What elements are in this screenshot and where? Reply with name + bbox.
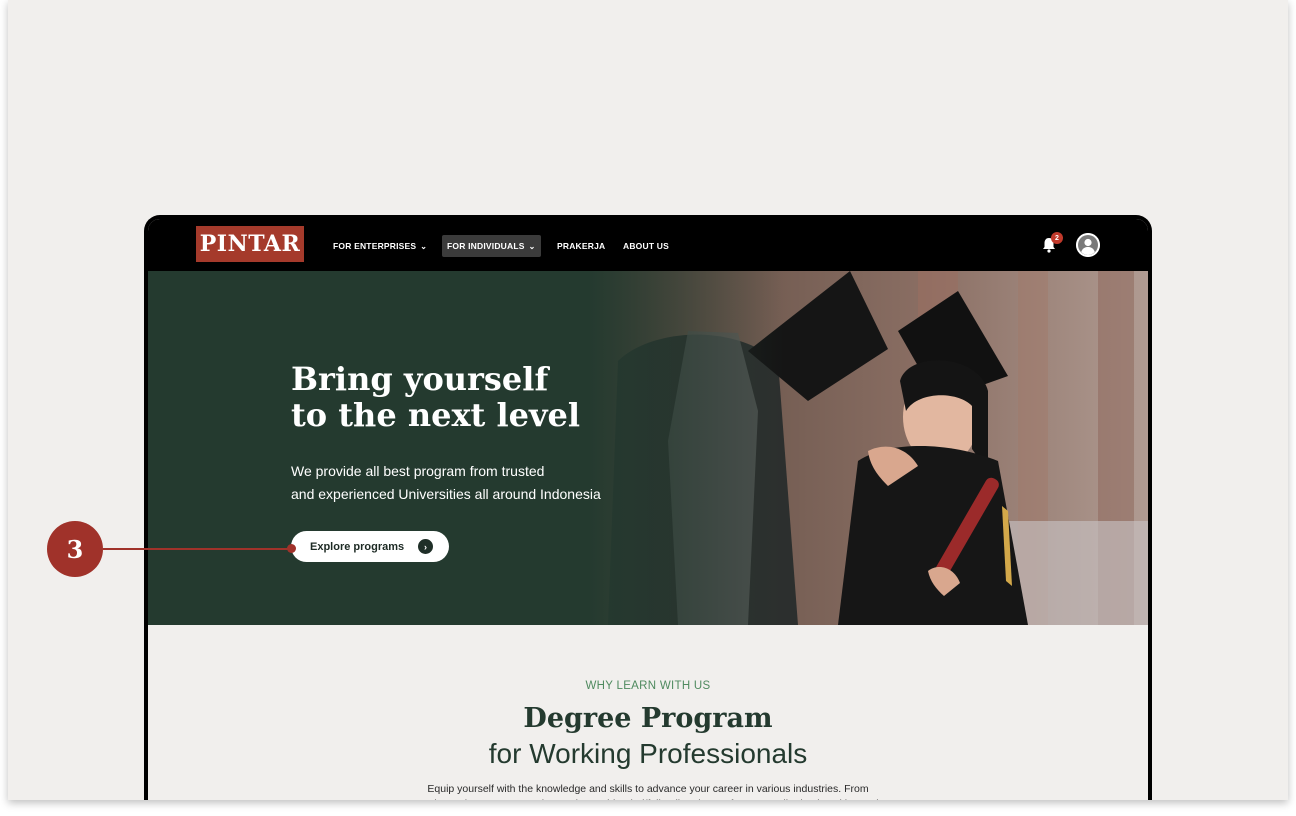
hero-title-line2: to the next level [291, 396, 581, 434]
hero-subtitle-line2: and experienced Universities all around … [291, 486, 601, 502]
hero-subtitle-line1: We provide all best program from trusted [291, 463, 545, 479]
callout-connector-dot [287, 544, 296, 553]
nav-about-us-label: ABOUT US [623, 241, 669, 251]
section-body: Equip yourself with the knowledge and sk… [417, 783, 878, 800]
explore-programs-button[interactable]: Explore programs › [291, 531, 449, 562]
section-subtitle: for Working Professionals [488, 738, 808, 769]
section-title: Degree Program [523, 703, 773, 734]
user-icon [1076, 233, 1100, 257]
nav-about-us[interactable]: ABOUT US [618, 235, 674, 257]
graduation-photo [588, 271, 1148, 625]
explore-programs-label: Explore programs [310, 540, 405, 553]
browser-screen: PINTAR FOR ENTERPRISES ⌄ FOR INDIVIDUALS… [148, 219, 1148, 800]
nav-for-individuals-label: FOR INDIVIDUALS [447, 241, 525, 251]
section-eyebrow: WHY LEARN WITH US [585, 680, 711, 692]
nav-for-enterprises[interactable]: FOR ENTERPRISES ⌄ [328, 235, 432, 257]
callout-connector-line [103, 548, 291, 550]
nav-prakerja[interactable]: PRAKERJA [552, 235, 610, 257]
user-avatar[interactable] [1076, 233, 1100, 257]
hero-banner: Bring yourself to the next level We prov… [148, 271, 1148, 625]
nav-prakerja-label: PRAKERJA [557, 241, 606, 251]
nav-for-individuals[interactable]: FOR INDIVIDUALS ⌄ [442, 235, 541, 257]
callout-number-badge: 3 [47, 521, 103, 577]
laptop-frame: PINTAR FOR ENTERPRISES ⌄ FOR INDIVIDUALS… [144, 215, 1152, 800]
top-navbar: PINTAR FOR ENTERPRISES ⌄ FOR INDIVIDUALS… [148, 219, 1148, 271]
chevron-right-icon: › [418, 539, 433, 554]
pintar-logo[interactable]: PINTAR [196, 226, 304, 262]
hero-subtitle: We provide all best program from trusted… [291, 460, 631, 506]
notification-badge: 2 [1051, 232, 1063, 244]
hero-title-line1: Bring yourself [291, 360, 549, 398]
chevron-down-icon: ⌄ [528, 241, 536, 251]
chevron-down-icon: ⌄ [420, 241, 428, 251]
nav-for-enterprises-label: FOR ENTERPRISES [333, 241, 417, 251]
presentation-canvas: PINTAR FOR ENTERPRISES ⌄ FOR INDIVIDUALS… [8, 0, 1288, 800]
why-learn-section: WHY LEARN WITH US Degree Program for Wor… [148, 625, 1148, 800]
hero-title: Bring yourself to the next level [291, 361, 580, 433]
